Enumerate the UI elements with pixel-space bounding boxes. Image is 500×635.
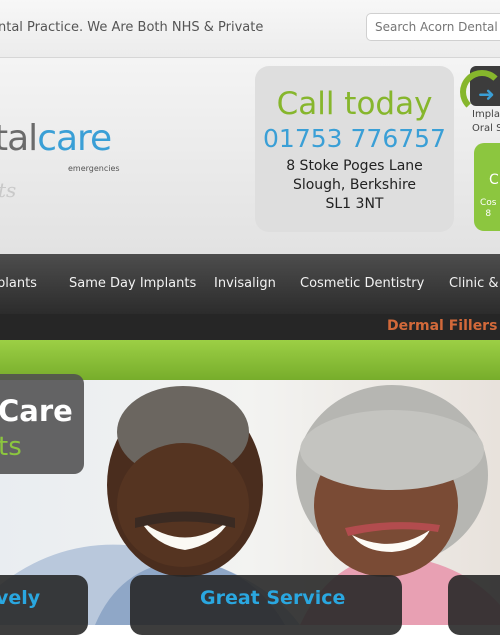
nav-item-cosmetic-dentistry[interactable]: Cosmetic Dentistry — [300, 276, 424, 291]
address-line-1: 8 Stoke Poges Lane — [286, 158, 423, 174]
promo-box-title: C — [489, 172, 499, 188]
nav-item-implants[interactable]: plants — [0, 276, 37, 291]
logo[interactable]: talcare — [0, 118, 112, 159]
nav-item-dermal-fillers[interactable]: Dermal Fillers — [387, 318, 497, 334]
implants-badge-text[interactable]: Impla Oral S — [472, 108, 500, 136]
hero-caption-title: Care — [0, 394, 73, 428]
practice-address: 8 Stoke Poges Lane Slough, Berkshire SL1… — [255, 157, 454, 214]
nav-item-invisalign[interactable]: Invisalign — [214, 276, 276, 291]
nav-item-same-day-implants[interactable]: Same Day Implants — [69, 276, 196, 291]
address-line-2: Slough, Berkshire — [292, 177, 417, 193]
search-input[interactable] — [366, 13, 500, 41]
implants-arrow-icon: ➜ — [478, 82, 495, 106]
practice-tagline: ntal Practice. We Are Both NHS & Private — [0, 20, 264, 35]
hero-caption-subtitle: ts — [0, 432, 22, 462]
great-service-heading: Great Service — [200, 587, 346, 609]
main-nav: plants Same Day Implants Invisalign Cosm… — [0, 254, 500, 314]
feature-panel-1-text: vely — [0, 587, 41, 609]
logo-subtitle: emergencies — [68, 164, 120, 173]
call-today-heading: Call today — [276, 86, 433, 122]
call-today-box: Call today 01753 776757 8 Stoke Poges La… — [255, 66, 454, 232]
phone-number[interactable]: 01753 776757 — [255, 124, 454, 153]
address-line-3: SL1 3NT — [325, 196, 384, 212]
feature-panel-3[interactable] — [448, 575, 500, 635]
nav-item-clinic[interactable]: Clinic & — [449, 276, 499, 291]
logo-ghost-text: ts — [0, 178, 17, 202]
promo-box-text: Cos 8 — [480, 198, 497, 219]
